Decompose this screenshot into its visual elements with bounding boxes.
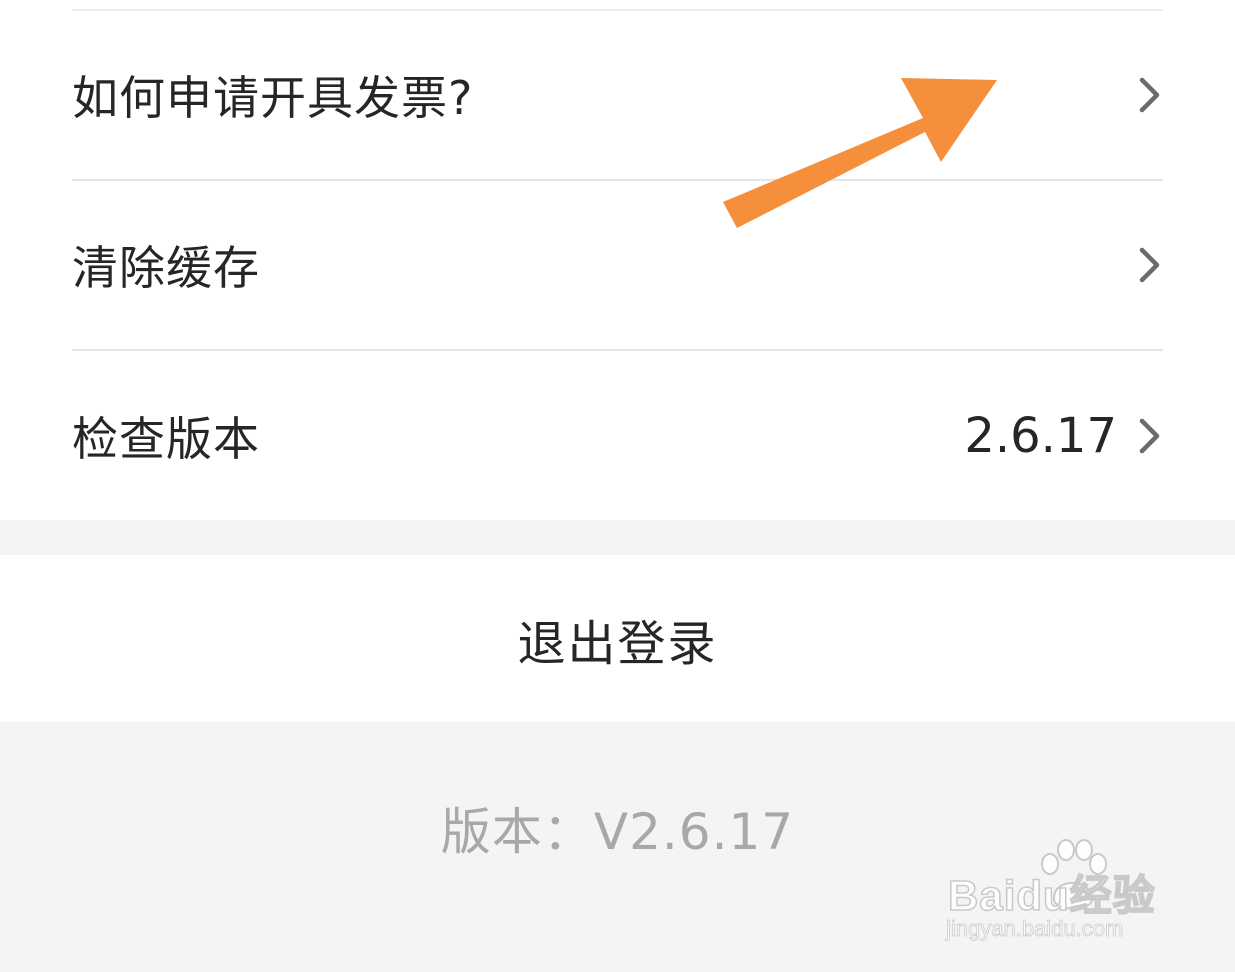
watermark-url: jingyan.baidu.com (946, 916, 1124, 942)
settings-item-right: 2.6.17 (964, 408, 1163, 464)
watermark: Baidu经验 jingyan.baidu.com (944, 838, 1170, 948)
chevron-right-icon (1139, 418, 1160, 454)
chevron-right-icon (1139, 77, 1160, 113)
settings-item-label: 清除缓存 (72, 241, 260, 295)
logout-label: 退出登录 (517, 615, 718, 672)
settings-list: 如何申请开具发票? 清除缓存 检查版本 2.6.17 (0, 0, 1235, 520)
version-value: 2.6.17 (964, 408, 1117, 464)
section-gap (0, 520, 1235, 555)
settings-item-label: 如何申请开具发票? (72, 71, 474, 125)
chevron-right-icon (1139, 247, 1160, 283)
arrow-icon (723, 78, 997, 228)
settings-item-right (1137, 245, 1163, 285)
settings-item-check-version[interactable]: 检查版本 2.6.17 (72, 351, 1163, 521)
settings-item-right (1137, 75, 1163, 115)
settings-item-label: 检查版本 (72, 412, 260, 466)
logout-button[interactable]: 退出登录 (0, 555, 1235, 722)
watermark-brand: Baidu经验 (947, 871, 1156, 920)
